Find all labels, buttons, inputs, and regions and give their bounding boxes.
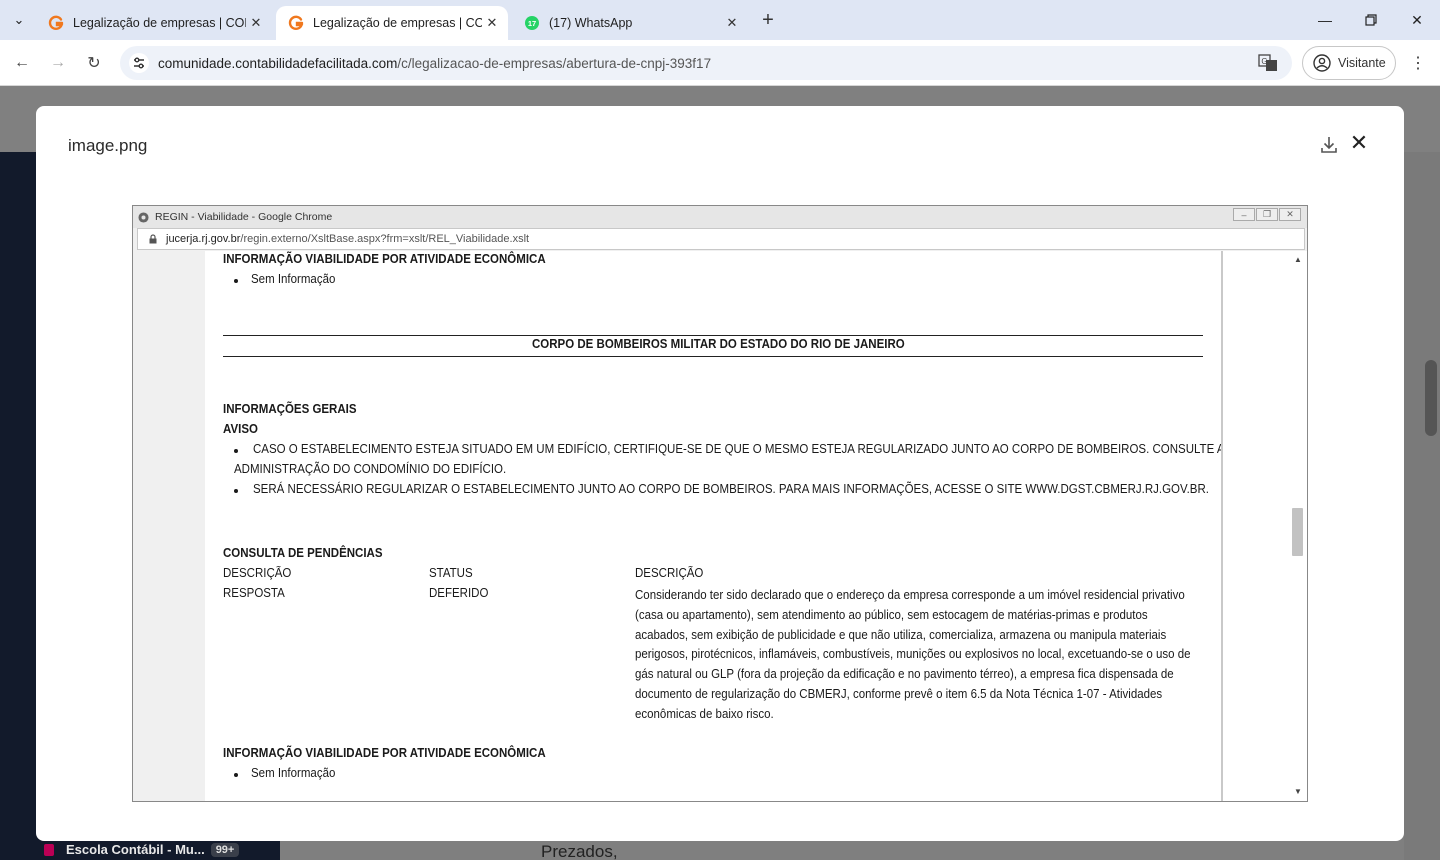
modal-title: image.png <box>68 136 148 155</box>
page-right-gutter <box>1404 152 1440 860</box>
section-title-bombeiros: CORPO DE BOMBEIROS MILITAR DO ESTADO DO … <box>532 337 905 351</box>
image-preview-modal: image.png ✕ REGIN - Viabilidade - Google… <box>36 106 1404 841</box>
screenshot-window-controls: – ❐ ✕ <box>1232 208 1301 221</box>
list-item-continuation: ADMINISTRAÇÃO DO CONDOMÍNIO DO EDIFÍCIO. <box>234 462 507 476</box>
whatsapp-badge: 17 <box>528 19 536 28</box>
table-header-cell: STATUS <box>429 566 473 580</box>
list-item: SERÁ NECESSÁRIO REGULARIZAR O ESTABELECI… <box>253 482 1209 496</box>
tab-title: Legalização de empresas | CON <box>73 16 246 30</box>
reload-icon: ↻ <box>87 55 101 72</box>
url-text: comunidade.contabilidadefacilitada.com/c… <box>158 56 711 71</box>
close-modal-button[interactable]: ✕ <box>1348 130 1370 155</box>
plus-icon: + <box>762 8 774 31</box>
sidebar-item-escola-contabil[interactable]: Escola Contábil - Mu... 99+ <box>44 842 240 857</box>
section-heading: CONSULTA DE PENDÊNCIAS <box>223 546 383 560</box>
table-cell: RESPOSTA <box>223 586 285 600</box>
list-item: CASO O ESTABELECIMENTO ESTEJA SITUADO EM… <box>253 442 1223 456</box>
restore-button[interactable] <box>1348 6 1394 34</box>
lock-icon <box>149 234 157 244</box>
url-host: comunidade.contabilidadefacilitada.com <box>158 55 398 71</box>
section-heading: INFORMAÇÃO VIABILIDADE POR ATIVIDADE ECO… <box>223 746 546 760</box>
restore-icon <box>1365 14 1377 26</box>
minimize-icon: — <box>1318 12 1332 28</box>
close-icon: ✕ <box>1279 208 1301 221</box>
arrow-left-icon: ← <box>14 54 30 71</box>
screenshot-url-path: /regin.externo/XsltBase.aspx?frm=xslt/RE… <box>240 233 530 245</box>
arrow-right-icon: → <box>50 54 66 71</box>
table-header-cell: DESCRIÇÃO <box>635 566 704 580</box>
section-heading: INFORMAÇÕES GERAIS <box>223 402 357 416</box>
minimize-button[interactable]: — <box>1302 6 1348 34</box>
scroll-down-icon: ▼ <box>1294 787 1302 796</box>
site-info-icon[interactable] <box>128 52 150 74</box>
unread-badge: 99+ <box>210 842 240 857</box>
table-cell: DEFERIDO <box>429 586 489 600</box>
sidebar-item-label: Escola Contábil - Mu... <box>66 842 205 857</box>
channel-icon <box>44 843 54 856</box>
url-path: /c/legalizacao-de-empresas/abertura-de-c… <box>397 55 712 71</box>
download-icon[interactable] <box>1318 134 1340 156</box>
table-header-cell: DESCRIÇÃO <box>223 566 292 580</box>
tab-search-button[interactable]: ⌄ <box>6 8 32 32</box>
scrollbar-thumb <box>1292 508 1303 556</box>
chevron-down-icon: ⌄ <box>13 12 25 27</box>
bullet <box>234 773 238 777</box>
divider <box>223 335 1203 336</box>
restore-icon: ❐ <box>1256 208 1278 221</box>
tab-whatsapp[interactable]: 17 (17) WhatsApp ✕ <box>512 6 748 40</box>
screenshot-scrollbar: ▲ ▼ <box>1223 251 1307 801</box>
close-icon: ✕ <box>1411 11 1423 28</box>
tab-title: (17) WhatsApp <box>549 16 633 30</box>
bullet <box>234 489 238 493</box>
list-item: Sem Informação <box>251 766 336 780</box>
post-text: Prezados, <box>541 842 618 860</box>
screenshot-window-title: REGIN - Viabilidade - Google Chrome <box>155 211 333 223</box>
table-cell-description: Considerando ter sido declarado que o en… <box>635 588 1191 721</box>
minimize-icon: – <box>1233 208 1255 221</box>
chrome-icon <box>138 211 149 223</box>
svg-text:G: G <box>1261 57 1267 66</box>
tab-title: Legalização de empresas | CON <box>313 16 482 30</box>
contabilidade-facilitada-logo-icon <box>48 15 64 30</box>
section-subheading: AVISO <box>223 422 258 436</box>
close-window-button[interactable]: ✕ <box>1394 6 1440 34</box>
bullet <box>234 449 238 453</box>
reload-button[interactable]: ↻ <box>80 49 108 77</box>
page-scrollbar-thumb[interactable] <box>1425 360 1437 436</box>
bullet <box>234 279 238 283</box>
person-icon <box>1313 54 1331 72</box>
divider <box>223 356 1203 357</box>
contabilidade-facilitada-logo-icon <box>288 15 304 30</box>
close-tab-icon[interactable]: ✕ <box>722 13 742 33</box>
screenshot-window-titlebar: REGIN - Viabilidade - Google Chrome – ❐ … <box>133 206 1307 228</box>
browser-menu-button[interactable]: ⋮ <box>1408 52 1428 74</box>
screenshot-url-host: jucerja.rj.gov.br <box>166 233 241 245</box>
new-tab-button[interactable]: + <box>756 9 780 31</box>
browser-tab-bar: ⌄ Legalização de empresas | CON ✕ Legali… <box>0 0 1440 40</box>
screenshot-document: INFORMAÇÃO VIABILIDADE POR ATIVIDADE ECO… <box>205 251 1223 801</box>
back-button[interactable]: ← <box>8 49 36 77</box>
more-vertical-icon: ⋮ <box>1410 55 1426 72</box>
profile-button[interactable]: Visitante <box>1302 46 1396 80</box>
close-tab-icon[interactable]: ✕ <box>482 13 502 33</box>
close-icon: ✕ <box>1349 130 1369 155</box>
forward-button[interactable]: → <box>44 49 72 77</box>
browser-toolbar: ← → ↻ comunidade.contabilidadefacilitada… <box>0 40 1440 86</box>
address-bar[interactable]: comunidade.contabilidadefacilitada.com/c… <box>120 46 1292 80</box>
tab-legalizacao-2[interactable]: Legalização de empresas | CON ✕ <box>276 6 508 40</box>
embedded-screenshot: REGIN - Viabilidade - Google Chrome – ❐ … <box>132 205 1308 802</box>
close-tab-icon[interactable]: ✕ <box>246 13 266 33</box>
list-item: Sem Informação <box>251 272 336 286</box>
screenshot-address-bar: jucerja.rj.gov.br/regin.externo/XsltBase… <box>137 228 1305 250</box>
profile-label: Visitante <box>1338 56 1386 70</box>
tab-legalizacao-1[interactable]: Legalização de empresas | CON ✕ <box>36 6 272 40</box>
section-heading: INFORMAÇÃO VIABILIDADE POR ATIVIDADE ECO… <box>223 252 546 266</box>
scroll-up-icon: ▲ <box>1294 255 1302 264</box>
whatsapp-icon: 17 <box>525 16 539 30</box>
translate-icon[interactable]: G <box>1258 53 1278 73</box>
